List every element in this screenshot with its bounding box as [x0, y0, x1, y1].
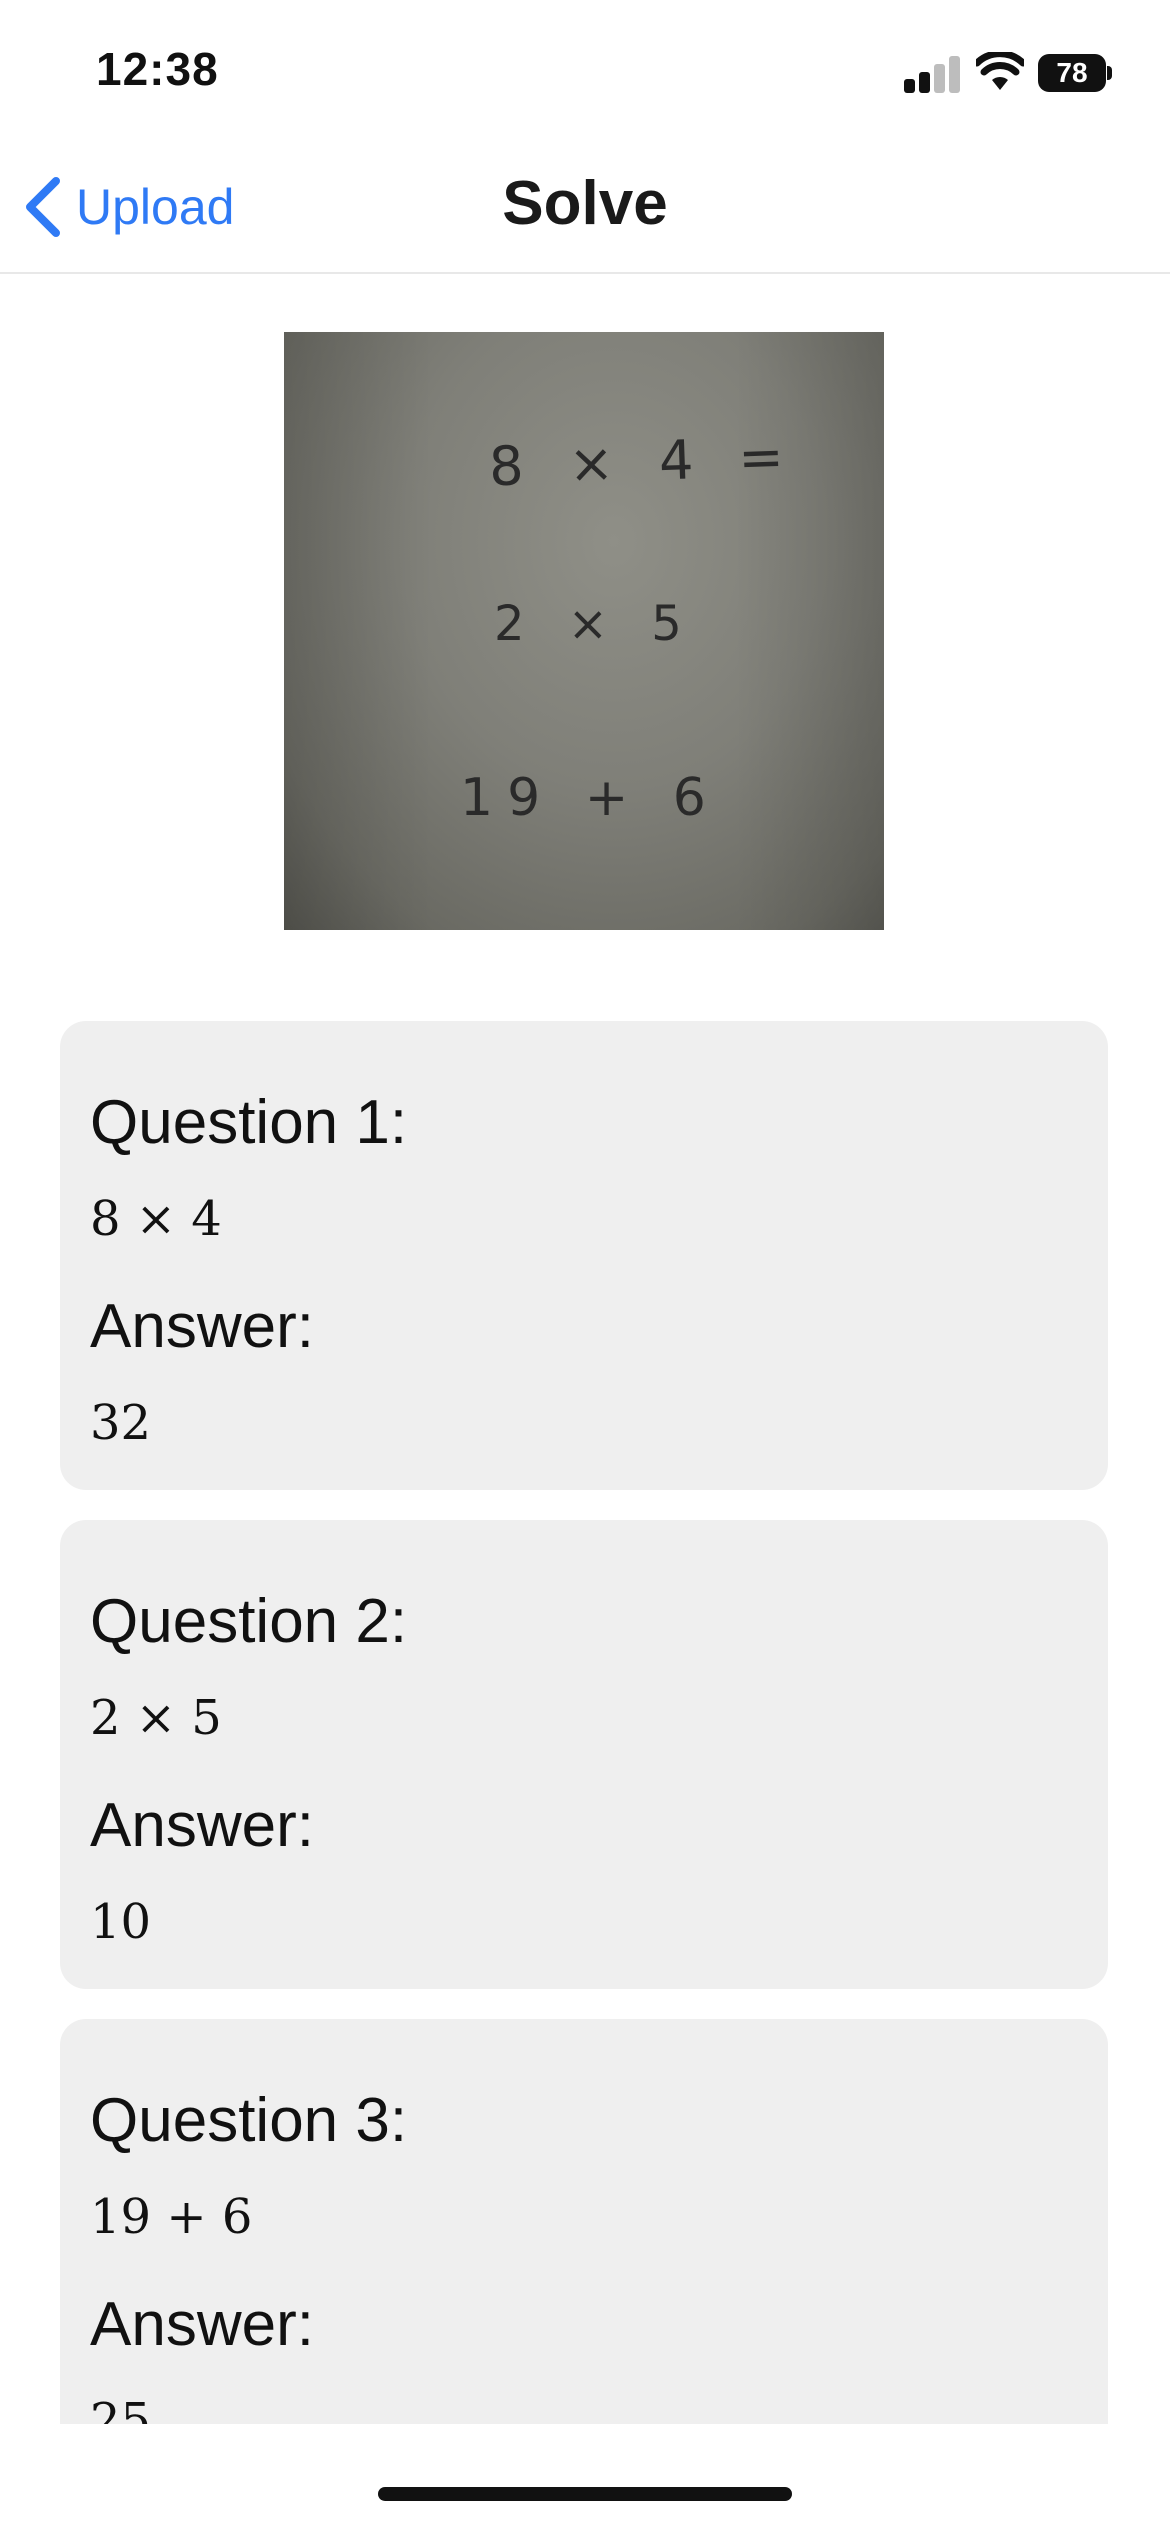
uploaded-photo: 8 × 4 = 2 × 5 19 + 6: [284, 332, 884, 930]
answer-value: 32: [90, 1395, 152, 1451]
question-label: Question 3:: [90, 2086, 408, 2155]
answer-value: 10: [90, 1894, 152, 1950]
question-expression: 2 × 5: [90, 1690, 222, 1746]
navigation-bar: Upload Solve: [0, 150, 1170, 274]
result-card-2: Question 2: 2 × 5 Answer: 10: [60, 1520, 1108, 1989]
home-indicator[interactable]: [378, 2487, 792, 2501]
answer-label: Answer:: [90, 1292, 314, 1361]
answer-label: Answer:: [90, 1791, 314, 1860]
photo-line-3: 19 + 6: [460, 768, 720, 828]
bottom-safe-area: [0, 2424, 1170, 2532]
photo-line-2: 2 × 5: [494, 596, 696, 652]
page-title: Solve: [502, 169, 668, 238]
result-card-3: Question 3: 19 + 6 Answer: 25: [60, 2019, 1108, 2488]
question-label: Question 2:: [90, 1587, 408, 1656]
battery-level: 78: [1038, 54, 1106, 92]
answer-label: Answer:: [90, 2290, 314, 2359]
cellular-signal-icon: [904, 55, 962, 93]
question-label: Question 1:: [90, 1088, 408, 1157]
question-expression: 8 × 4: [90, 1191, 222, 1247]
photo-line-1: 8 × 4 =: [487, 424, 799, 499]
question-expression: 19 + 6: [90, 2189, 253, 2245]
wifi-icon: [976, 52, 1024, 90]
status-time: 12:38: [96, 43, 219, 95]
battery-icon: 78: [1038, 54, 1112, 92]
status-bar: 12:38 78: [0, 0, 1170, 150]
result-card-1: Question 1: 8 × 4 Answer: 32: [60, 1021, 1108, 1490]
